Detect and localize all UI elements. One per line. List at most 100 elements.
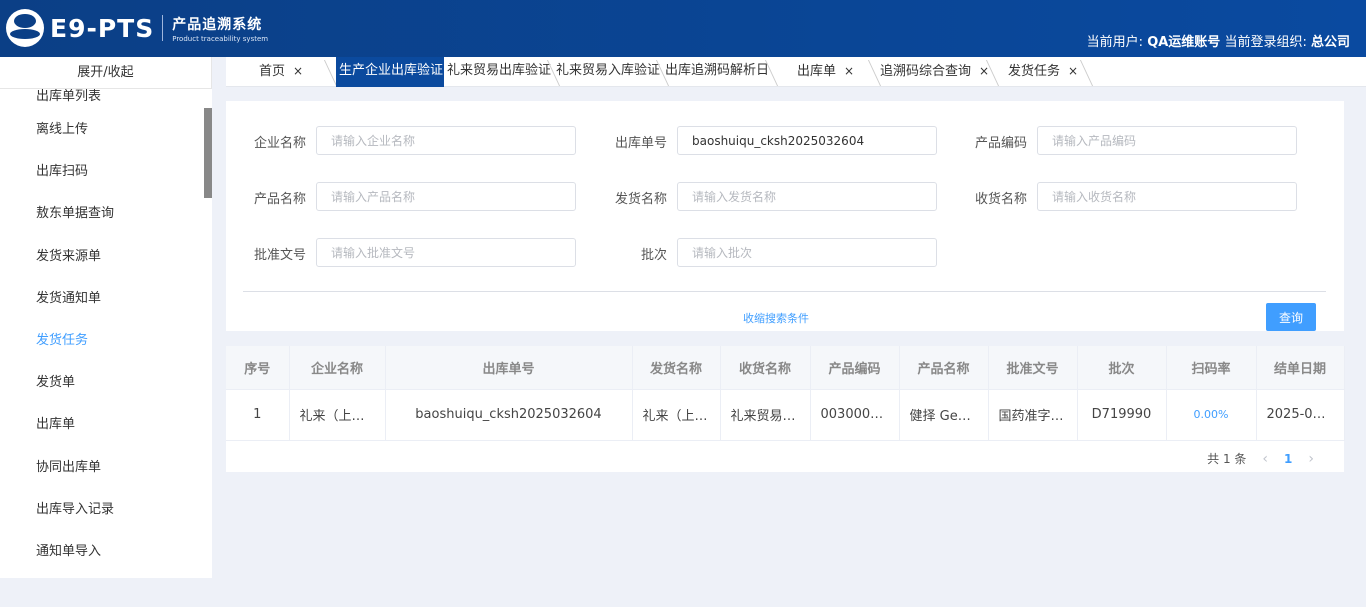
tab-bar: 首页 × 生产企业出库验证 礼来贸易出库验证 礼来贸易入库验证 出库追溯码解析日 … [226,57,1366,87]
user-info: 当前用户: QA运维账号 当前登录组织: 总公司 [1087,31,1350,50]
cell-receiver: 礼来贸易… [720,389,811,441]
sidebar-item-aodong-query[interactable]: 敖东单据查询 [0,193,204,235]
cell-product-code: 003000021… [810,389,900,441]
column-header: 企业名称 [289,346,386,390]
product-name-input[interactable] [316,182,576,211]
cell-order-no: baoshuiqu_cksh2025032604 [385,389,633,441]
results-table: 序号 企业名称 出库单号 发货名称 收货名称 产品编码 产品名称 批准文号 批次… [226,346,1345,472]
sidebar-menu: 出库单列表 离线上传 出库扫码 敖东单据查询 发货来源单 发货通知单 发货任务 … [0,89,204,578]
current-org: 总公司 [1310,35,1350,50]
column-header: 序号 [226,346,290,390]
company-name-input[interactable] [316,126,576,155]
tab-label: 礼来贸易入库验证 [556,63,661,78]
tab-lilly-trade-inbound[interactable]: 礼来贸易入库验证 [556,57,662,87]
tab-label: 出库单 [797,64,837,79]
query-button[interactable]: 查询 [1266,303,1316,331]
tab-label: 礼来贸易出库验证 [447,63,552,78]
batch-label: 批次 [640,248,667,263]
column-header: 收货名称 [720,346,811,390]
tab-label: 首页 [259,64,286,79]
column-header: 批准文号 [988,346,1078,390]
current-user-label: 当前用户: [1086,35,1144,50]
logo-divider [162,15,164,41]
company-name-label: 企业名称 [253,136,306,151]
tab-producer-outbound-verify[interactable]: 生产企业出库验证 [336,57,444,87]
tab-label: 发货任务 [1008,64,1061,79]
column-header: 扫码率 [1166,346,1257,390]
cell-sender: 礼来（上… [632,389,721,441]
column-header: 出库单号 [385,346,633,390]
column-header: 批次 [1077,346,1167,390]
product-code-label: 产品编码 [974,136,1027,151]
table-header-row: 序号 企业名称 出库单号 发货名称 收货名称 产品编码 产品名称 批准文号 批次… [226,346,1345,390]
cell-close-date: 2025-03-26 [1256,389,1345,441]
receiver-name-label: 收货名称 [974,192,1027,207]
sidebar-item-offline-upload[interactable]: 离线上传 [0,109,204,151]
sidebar-item-notice-import[interactable]: 通知单导入 [0,531,204,573]
page-number-current[interactable]: 1 [1284,452,1292,466]
receiver-name-input[interactable] [1037,182,1297,211]
sidebar-item-shipping-task[interactable]: 发货任务 [0,320,204,362]
column-header: 产品编码 [810,346,900,390]
cell-approval-no: 国药准字… [988,389,1078,441]
search-panel: 企业名称 出库单号 产品编码 产品名称 发货名称 收货名称 批准文号 批次 收缩… [226,101,1344,331]
current-org-label: 当前登录组织: [1224,35,1307,50]
system-name-en: Product traceability system [172,34,269,43]
pagination-total: 共 1 条 [1207,452,1247,466]
chevron-right-icon[interactable]: › [1308,451,1314,467]
sidebar: 展开/收起 出库单列表 离线上传 出库扫码 敖东单据查询 发货来源单 发货通知单… [0,57,212,607]
sender-name-input[interactable] [677,182,937,211]
sidebar-item-shipping-source[interactable]: 发货来源单 [0,236,204,278]
approval-no-input[interactable] [316,238,576,267]
approval-no-label: 批准文号 [253,248,306,263]
sidebar-item-shipping-order[interactable]: 发货单 [0,362,204,404]
sender-name-label: 发货名称 [614,192,667,207]
logo-mark-icon [6,9,44,47]
app-header: E9-PTS 产品追溯系统 Product traceability syste… [0,0,1366,57]
batch-input[interactable] [677,238,937,267]
tab-label: 追溯码综合查询 [880,64,972,79]
collapse-search-link[interactable]: 收缩搜索条件 [743,310,809,326]
order-no-input[interactable] [677,126,937,155]
current-user: QA运维账号 [1147,35,1221,50]
cell-scan-rate: 0.00% [1166,389,1257,441]
sidebar-item-outbound-order[interactable]: 出库单 [0,404,204,446]
pagination: 共 1 条 ‹ 1 › [1207,450,1330,467]
close-icon[interactable]: × [844,64,854,78]
sidebar-toggle[interactable]: 展开/收起 [0,57,212,89]
sidebar-item-shipping-notice[interactable]: 发货通知单 [0,278,204,320]
tab-label: 出库追溯码解析日 [665,63,769,78]
cell-product-name: 健择 Gem… [899,389,989,441]
tab-trace-code-query[interactable]: 追溯码综合查询 × [880,57,992,87]
tab-label: 生产企业出库验证 [339,63,444,78]
order-no-label: 出库单号 [614,136,667,151]
logo: E9-PTS 产品追溯系统 Product traceability syste… [6,9,268,47]
column-header: 发货名称 [632,346,721,390]
product-code-input[interactable] [1037,126,1297,155]
sidebar-item-collab-outbound[interactable]: 协同出库单 [0,447,204,489]
tab-shipping-task[interactable]: 发货任务 × [996,57,1092,87]
chevron-left-icon[interactable]: ‹ [1262,451,1268,467]
cell-company: 礼来（上海… [289,389,386,441]
column-header: 产品名称 [899,346,989,390]
sidebar-item-outbound-scan[interactable]: 出库扫码 [0,151,204,193]
column-header: 结单日期 [1256,346,1345,390]
logo-text: E9-PTS [50,13,155,43]
tab-trace-code-parse[interactable]: 出库追溯码解析日 [665,57,769,87]
search-divider [243,291,1326,292]
tab-outbound-order[interactable]: 出库单 × [774,57,872,87]
close-icon[interactable]: × [979,64,989,78]
product-name-label: 产品名称 [253,192,306,207]
sidebar-scrollbar-thumb[interactable] [204,108,212,198]
cell-index: 1 [226,389,290,441]
close-icon[interactable]: × [1068,64,1078,78]
sidebar-footer [0,578,212,607]
sidebar-item-outbound-list[interactable]: 出库单列表 [0,89,204,109]
sidebar-item-import-record[interactable]: 出库导入记录 [0,489,204,531]
close-icon[interactable]: × [293,64,303,78]
table-row[interactable]: 1 礼来（上海… baoshuiqu_cksh2025032604 礼来（上… … [226,389,1345,441]
tab-home[interactable]: 首页 × [226,57,334,87]
cell-batch: D719990 [1077,389,1167,441]
tab-lilly-trade-outbound[interactable]: 礼来贸易出库验证 [447,57,553,87]
system-name: 产品追溯系统 [172,16,263,33]
